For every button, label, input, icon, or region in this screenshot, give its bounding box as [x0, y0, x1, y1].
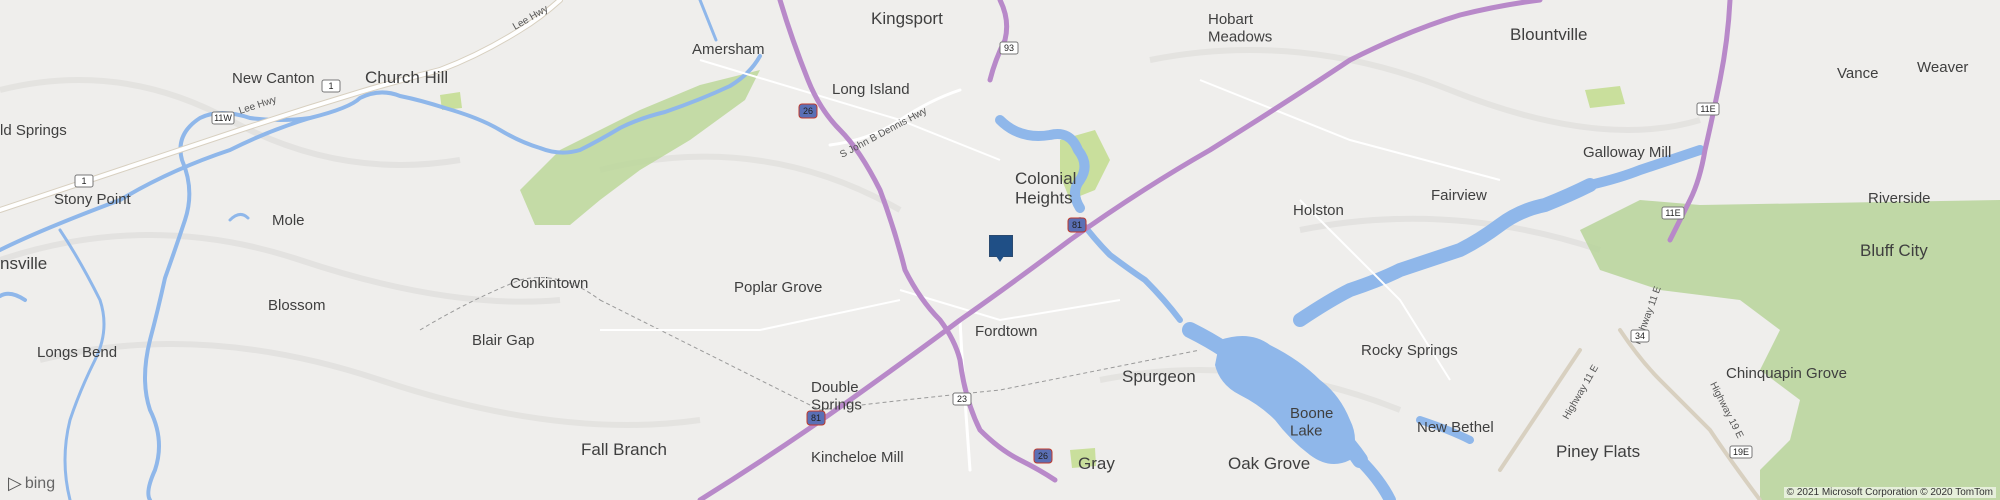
- svg-text:23: 23: [957, 394, 967, 404]
- label-oak-grove: Oak Grove: [1228, 454, 1310, 473]
- shield-1b: 1: [74, 174, 94, 188]
- label-new-bethel: New Bethel: [1417, 419, 1494, 436]
- shield-11w: 11W: [211, 111, 235, 125]
- shield-34: 34: [1630, 329, 1650, 343]
- label-weaver: Weaver: [1917, 59, 1968, 76]
- shield-81a: 81: [1067, 217, 1087, 233]
- label-spurgeon: Spurgeon: [1122, 367, 1196, 386]
- label-chinquapin-grove: Chinquapin Grove: [1726, 365, 1847, 382]
- label-mole: Mole: [272, 212, 305, 229]
- label-hobart-meadows: Hobart Meadows: [1208, 11, 1272, 45]
- bing-logo-text: bing: [24, 474, 56, 492]
- label-blossom: Blossom: [268, 297, 326, 314]
- label-blountville: Blountville: [1510, 25, 1588, 44]
- location-pin-tip: [996, 256, 1004, 262]
- label-old-springs: ld Springs: [0, 122, 67, 139]
- svg-text:11E: 11E: [1700, 104, 1715, 114]
- label-new-canton: New Canton: [232, 70, 315, 87]
- interstates: [697, 0, 1733, 500]
- label-poplar-grove: Poplar Grove: [734, 279, 822, 296]
- shield-81b: 81: [806, 410, 826, 426]
- road-label-john-dennis: S John B Dennis Hwy: [838, 106, 929, 161]
- bing-logo[interactable]: ▷ bing: [8, 473, 55, 494]
- label-galloway-mill: Galloway Mill: [1583, 144, 1671, 161]
- label-vance: Vance: [1837, 65, 1878, 82]
- label-stony-point: Stony Point: [54, 191, 132, 208]
- label-blair-gap: Blair Gap: [472, 332, 535, 349]
- label-colonial-heights: Colonial Heights: [1015, 169, 1076, 208]
- label-kincheloe-mill: Kincheloe Mill: [811, 449, 904, 466]
- shield-11e-b: 11E: [1661, 206, 1685, 220]
- svg-text:1: 1: [81, 176, 86, 186]
- label-amersham: Amersham: [692, 41, 765, 58]
- road-label-lee-hwy-2: Lee Hwy: [238, 94, 278, 116]
- location-pin-icon[interactable]: [989, 235, 1013, 257]
- road-label-lee-hwy-1: Lee Hwy: [511, 4, 550, 33]
- shield-26a: 26: [798, 103, 818, 119]
- county-line: [419, 277, 1201, 411]
- svg-text:93: 93: [1004, 43, 1014, 53]
- label-fairview: Fairview: [1431, 187, 1487, 204]
- shield-26b: 26: [1033, 448, 1053, 464]
- svg-text:11E: 11E: [1665, 208, 1680, 218]
- shield-19e: 19E: [1729, 445, 1753, 459]
- svg-text:34: 34: [1635, 331, 1645, 341]
- label-kingsport: Kingsport: [871, 9, 943, 28]
- svg-text:26: 26: [1038, 451, 1048, 461]
- label-long-island: Long Island: [832, 81, 910, 98]
- label-rocky-springs: Rocky Springs: [1361, 342, 1458, 359]
- shield-11e: 11E: [1696, 102, 1720, 116]
- label-piney-flats: Piney Flats: [1556, 442, 1640, 461]
- svg-text:11W: 11W: [214, 113, 232, 123]
- label-conkintown: Conkintown: [510, 275, 588, 292]
- label-gray: Gray: [1078, 454, 1115, 473]
- label-nsville: nsville: [0, 254, 47, 273]
- svg-text:81: 81: [1072, 220, 1082, 230]
- label-bluff-city: Bluff City: [1860, 241, 1928, 260]
- park-areas: [440, 70, 2000, 500]
- shield-23: 23: [952, 392, 972, 406]
- copyright-notice[interactable]: © 2021 Microsoft Corporation © 2020 TomT…: [1783, 487, 1996, 498]
- svg-text:1: 1: [328, 81, 333, 91]
- label-church-hill: Church Hill: [365, 68, 448, 87]
- bing-logo-icon: ▷: [8, 473, 22, 493]
- label-holston: Holston: [1293, 202, 1344, 219]
- label-longs-bend: Longs Bend: [37, 344, 117, 361]
- svg-text:26: 26: [803, 106, 813, 116]
- label-fall-branch: Fall Branch: [581, 440, 667, 459]
- label-riverside: Riverside: [1868, 190, 1931, 207]
- boone-lake-shape: [1215, 336, 1355, 464]
- svg-text:19E: 19E: [1733, 447, 1749, 457]
- label-double-springs: Double Springs: [811, 379, 862, 413]
- shield-1a: 1: [321, 79, 341, 93]
- shield-93: 93: [999, 41, 1019, 55]
- svg-text:81: 81: [811, 413, 821, 423]
- label-fordtown: Fordtown: [975, 323, 1038, 340]
